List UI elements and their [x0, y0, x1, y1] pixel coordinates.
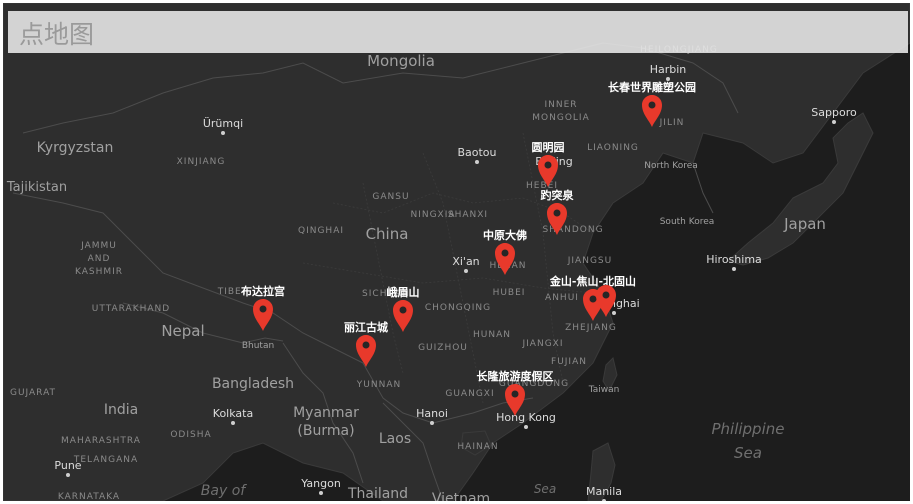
region-label: GUIZHOU: [418, 343, 468, 353]
city-label: Hanoi: [416, 407, 448, 420]
city-label: Manila: [586, 485, 622, 498]
city-dot: [66, 473, 70, 477]
city-label: Baotou: [457, 146, 496, 159]
city-label: Hong Kong: [496, 411, 556, 424]
country-label: Bhutan: [242, 341, 274, 351]
water-label: Bay of: [201, 483, 247, 499]
city-label: Kolkata: [213, 407, 253, 420]
city-label: Ürümqi: [203, 117, 243, 130]
city-dot: [612, 311, 616, 315]
map-title: 点地图: [19, 20, 95, 49]
region-label: LIAONING: [587, 143, 639, 153]
map-pin-hole: [511, 390, 519, 398]
region-label: TELANGANA: [73, 455, 138, 465]
region-label: UTTARAKHAND: [92, 304, 170, 314]
region-label: FUJIAN: [551, 357, 587, 367]
map-pin-hole: [399, 306, 407, 314]
region-label: HUNAN: [473, 330, 511, 340]
region-label: HUBEI: [493, 288, 526, 298]
city-label: Yangon: [300, 477, 341, 490]
country-label: Mongolia: [367, 52, 435, 70]
region-label: KASHMIR: [75, 267, 123, 277]
marker-label: 长隆旅游度假区: [477, 369, 554, 383]
country-label: Nepal: [161, 322, 204, 340]
country-label: Taiwan: [588, 385, 620, 395]
map-pin-hole: [501, 249, 509, 257]
city-label: Xi'an: [452, 255, 479, 268]
map-pin-hole: [602, 291, 610, 299]
map-pin-hole: [589, 295, 597, 303]
country-label: Thailand: [347, 486, 408, 501]
region-label: XINJIANG: [177, 157, 226, 167]
city-dot: [221, 131, 225, 135]
marker-label: 趵突泉: [541, 188, 575, 202]
city-label: Harbin: [650, 63, 687, 76]
city-label: Hiroshima: [706, 253, 762, 266]
country-label: Kyrgyzstan: [37, 140, 114, 156]
region-label: CHONGQING: [425, 303, 491, 313]
region-label: JIANGXI: [522, 339, 564, 349]
map-pin-hole: [544, 161, 552, 169]
region-label: JAMMU: [80, 241, 117, 251]
country-label: India: [104, 402, 138, 418]
region-label: GUJARAT: [10, 388, 56, 398]
city-dot: [832, 120, 836, 124]
region-label: SHANDONG: [542, 225, 603, 235]
marker-label: 峨眉山: [387, 285, 420, 299]
title-bar: 点地图: [8, 11, 908, 53]
city-label: Pune: [54, 459, 81, 472]
map-frame: Mongolia China Kyrgyzstan Tajikistan Nepal Bh…: [3, 3, 910, 501]
region-label: JILIN: [659, 118, 685, 128]
marker-label: 中原大佛: [483, 228, 527, 242]
water-label: Sea: [534, 482, 556, 496]
country-label: Tajikistan: [6, 180, 67, 195]
city-dot: [475, 160, 479, 164]
water-label: Philippine: [711, 420, 784, 438]
region-label: ANHUI: [545, 293, 579, 303]
region-label: MAHARASHTRA: [61, 436, 141, 446]
marker-label: 金山-焦山-北固山: [549, 274, 636, 288]
region-label: SHANXI: [448, 210, 488, 220]
marker-label: 布达拉宫: [241, 284, 285, 298]
region-label: QINGHAI: [298, 226, 344, 236]
city-dot: [430, 421, 434, 425]
country-label: Bangladesh: [212, 376, 294, 392]
region-label: GANSU: [372, 192, 409, 202]
map-canvas[interactable]: Mongolia China Kyrgyzstan Tajikistan Nepal Bh…: [3, 3, 910, 501]
city-dot: [464, 269, 468, 273]
map-pin-hole: [362, 341, 370, 349]
region-label: ODISHA: [170, 430, 211, 440]
country-label: Vietnam: [432, 491, 490, 501]
region-label: MONGOLIA: [532, 113, 589, 123]
marker-label: 长春世界雕塑公园: [608, 80, 696, 94]
region-label: AND: [88, 254, 111, 264]
country-label: Laos: [379, 431, 411, 447]
region-label: ZHEJIANG: [565, 323, 617, 333]
marker-label: 圆明园: [532, 141, 565, 154]
country-label: China: [366, 225, 409, 243]
region-label: INNER: [544, 100, 577, 110]
marker-label: 丽江古城: [344, 320, 388, 334]
city-label: Sapporo: [811, 106, 857, 119]
map-pin-hole: [648, 101, 656, 109]
country-label: (Burma): [297, 423, 354, 439]
map-pin-hole: [259, 305, 267, 313]
country-label: Myanmar: [293, 405, 359, 421]
region-label: GUANGXI: [445, 389, 494, 399]
map-pin-hole: [553, 209, 561, 217]
region-label: KARNATAKA: [58, 492, 120, 501]
region-label: YUNNAN: [356, 380, 401, 390]
city-dot: [319, 491, 323, 495]
city-dot: [732, 267, 736, 271]
region-label: JIANGSU: [567, 256, 612, 266]
country-label: Japan: [783, 215, 826, 233]
region-label: HAINAN: [457, 442, 498, 452]
city-dot: [524, 425, 528, 429]
water-label: Sea: [734, 444, 762, 462]
city-dot: [231, 421, 235, 425]
country-label: South Korea: [660, 217, 715, 227]
country-label: North Korea: [644, 161, 698, 171]
